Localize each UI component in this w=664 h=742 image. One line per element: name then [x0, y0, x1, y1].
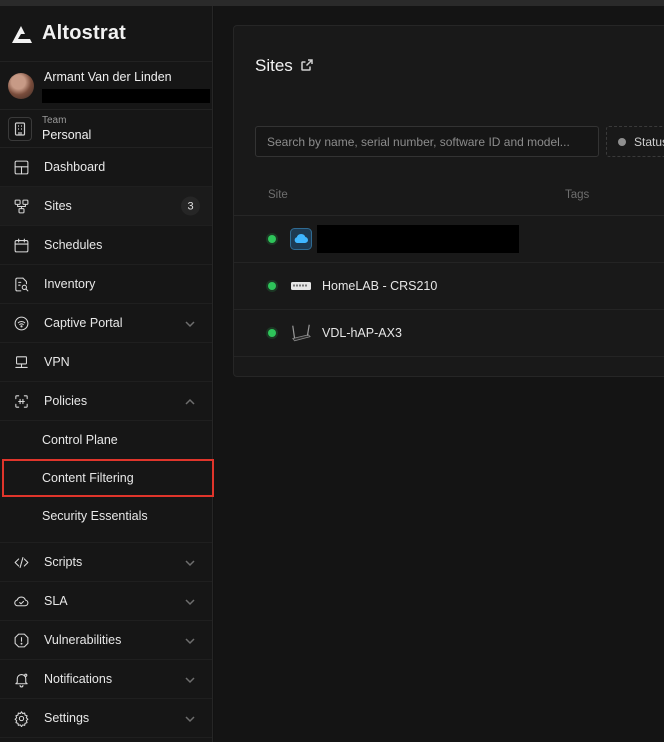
nav-label: Sites [44, 199, 72, 213]
nav-settings[interactable]: Settings [0, 699, 212, 738]
router-icon [290, 322, 312, 344]
wifi-portal-icon [11, 313, 31, 333]
table-row[interactable]: HomeLAB - CRS210 [234, 263, 664, 310]
page-title: Sites [255, 56, 313, 76]
table-row[interactable] [234, 216, 664, 263]
team-name: Personal [42, 127, 92, 142]
column-header-site[interactable]: Site [268, 189, 288, 201]
nav-vulnerabilities[interactable]: Vulnerabilities [0, 621, 212, 660]
nav-dashboard[interactable]: Dashboard [0, 148, 212, 187]
nav-label: VPN [44, 355, 70, 369]
building-icon [8, 116, 32, 141]
nav-label: Scripts [44, 555, 83, 569]
team-caption: Team [42, 114, 67, 126]
switch-icon [290, 275, 312, 297]
altostrat-logo-icon [12, 25, 32, 43]
user-profile[interactable]: Armant Van der Linden [0, 62, 212, 110]
nav-label: Dashboard [44, 160, 106, 174]
cloud-check-icon [11, 591, 31, 611]
nav-captive-portal[interactable]: Captive Portal [0, 304, 212, 343]
chevron-down-icon [184, 317, 196, 329]
nav-label: Policies [44, 394, 88, 408]
table-row[interactable]: VDL-hAP-AX3 [234, 310, 664, 357]
sites-card: Sites Status Site Tags [233, 25, 664, 377]
sub-nav-content-filtering[interactable]: Content Filtering [2, 459, 214, 497]
team-switcher[interactable]: Team Personal [0, 110, 212, 148]
brand[interactable]: Altostrat [0, 6, 212, 62]
redacted-email [42, 89, 210, 103]
external-link-icon[interactable] [301, 56, 313, 76]
policy-scan-icon [11, 391, 31, 411]
nav-label: Inventory [44, 277, 96, 291]
nav-sla[interactable]: SLA [0, 582, 212, 621]
avatar [8, 72, 34, 99]
nav-label: SLA [44, 594, 68, 608]
code-icon [11, 552, 31, 572]
nav-inventory[interactable]: Inventory [0, 265, 212, 304]
nav-policies[interactable]: Policies [0, 382, 212, 421]
status-online-indicator [268, 235, 276, 243]
chevron-up-icon [184, 395, 196, 407]
nav-label: Captive Portal [44, 316, 123, 330]
cloud-icon [290, 228, 312, 250]
redacted-site-name [317, 225, 519, 253]
bell-icon [11, 669, 31, 689]
calendar-icon [11, 235, 31, 255]
gear-icon [11, 708, 31, 728]
sub-nav-control-plane[interactable]: Control Plane [0, 421, 212, 459]
search-input[interactable] [255, 126, 599, 157]
sub-nav-security-essentials[interactable]: Security Essentials [0, 497, 212, 543]
sidebar: Altostrat Armant Van der Linden Team Per… [0, 6, 214, 742]
main-content: Sites Status Site Tags [214, 6, 664, 742]
chevron-down-icon [184, 712, 196, 724]
alert-octagon-icon [11, 630, 31, 650]
status-filter-label: Status [634, 134, 664, 149]
inventory-icon [11, 274, 31, 294]
user-name: Armant Van der Linden [44, 70, 172, 84]
nav-label: Notifications [44, 672, 113, 686]
table-header: Site Tags [234, 176, 664, 216]
chevron-down-icon [184, 634, 196, 646]
site-name[interactable]: VDL-hAP-AX3 [322, 326, 402, 340]
site-name[interactable]: HomeLAB - CRS210 [322, 279, 437, 293]
nav-notifications[interactable]: Notifications [0, 660, 212, 699]
chevron-down-icon [184, 673, 196, 685]
monitor-icon [11, 352, 31, 372]
chevron-down-icon [184, 556, 196, 568]
chevron-down-icon [184, 595, 196, 607]
nav-sites[interactable]: Sites 3 [0, 187, 212, 226]
status-online-indicator [268, 329, 276, 337]
nav-vpn[interactable]: VPN [0, 343, 212, 382]
status-online-indicator [268, 282, 276, 290]
status-filter-button[interactable]: Status [606, 126, 664, 157]
nav-label: Schedules [44, 238, 103, 252]
nav-label: Settings [44, 711, 90, 725]
app-name: Altostrat [42, 22, 127, 44]
sitemap-icon [11, 196, 31, 216]
page-title-text: Sites [255, 56, 293, 75]
nav-schedules[interactable]: Schedules [0, 226, 212, 265]
sites-count-badge: 3 [181, 196, 200, 216]
nav-scripts[interactable]: Scripts [0, 543, 212, 582]
column-header-tags[interactable]: Tags [565, 189, 589, 201]
status-dot-icon [618, 137, 626, 146]
dashboard-icon [11, 157, 31, 177]
nav-label: Vulnerabilities [44, 633, 122, 647]
